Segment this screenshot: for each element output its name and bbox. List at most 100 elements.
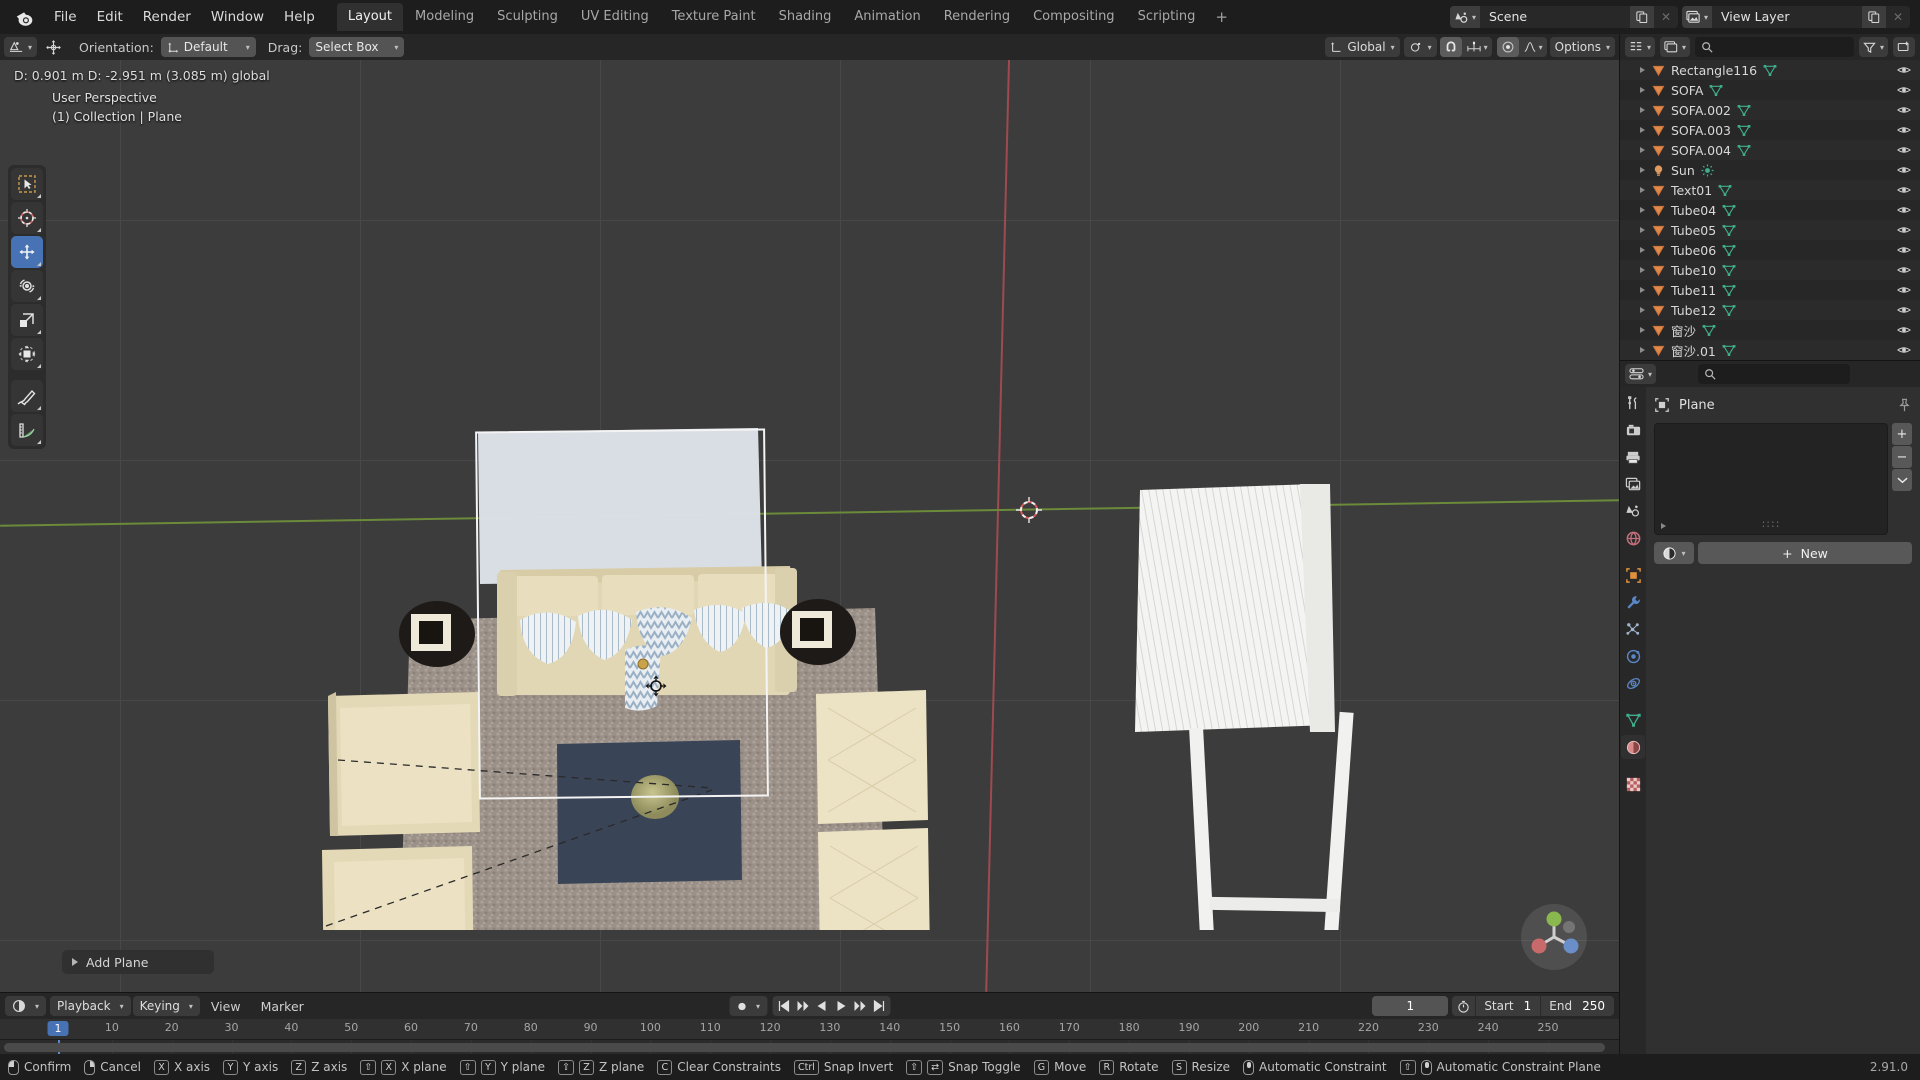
start-value[interactable]: 1 — [1522, 999, 1541, 1013]
slot-grip[interactable]: :::: — [1762, 517, 1781, 530]
eye-icon[interactable] — [1897, 263, 1911, 277]
properties-editor-type-button[interactable]: ▾ — [1625, 364, 1657, 384]
properties-tab-strip[interactable] — [1620, 387, 1646, 1054]
timeline-editor-type-button[interactable]: ▾ — [5, 996, 47, 1016]
eye-icon[interactable] — [1897, 103, 1911, 117]
outliner-filter-button[interactable]: ▾ — [1858, 37, 1888, 57]
falloff-curve-icon[interactable]: ▾ — [1519, 37, 1547, 57]
pivot-point-button[interactable]: ▾ — [1403, 37, 1437, 57]
eye-icon[interactable] — [1897, 143, 1911, 157]
expand-triangle-icon[interactable] — [1640, 327, 1645, 333]
transform-orientation-button[interactable]: Global ▾ — [1325, 37, 1400, 57]
outliner-row[interactable]: 窗沙.01 — [1620, 340, 1920, 360]
eye-icon[interactable] — [1897, 163, 1911, 177]
outliner-search-input[interactable] — [1695, 37, 1854, 57]
menu-render[interactable]: Render — [133, 5, 201, 29]
new-material-button[interactable]: + New — [1698, 542, 1912, 564]
snapping-group[interactable]: ▾ — [1439, 37, 1492, 57]
outliner-row[interactable]: Rectangle116 — [1620, 60, 1920, 80]
outliner-row[interactable]: Text01 — [1620, 180, 1920, 200]
properties-tab-scene[interactable] — [1621, 499, 1645, 523]
eye-icon[interactable] — [1897, 123, 1911, 137]
material-slot-list[interactable]: :::: — [1654, 423, 1888, 535]
workspace-tab-rendering[interactable]: Rendering — [933, 3, 1021, 31]
expand-triangle-icon[interactable] — [1640, 267, 1645, 273]
drag-dropdown[interactable]: Select Box ▾ — [309, 37, 405, 57]
new-scene-button[interactable] — [1630, 6, 1654, 28]
menu-window[interactable]: Window — [201, 5, 274, 29]
properties-tab-modifiers[interactable] — [1621, 590, 1645, 614]
menu-help[interactable]: Help — [274, 5, 325, 29]
current-frame-field[interactable]: 1 — [1372, 996, 1449, 1016]
browse-material-button[interactable]: ▾ — [1654, 542, 1694, 564]
timeline-menu-playback[interactable]: Playback ▾ — [50, 996, 131, 1016]
scale-tool[interactable] — [11, 304, 43, 336]
workspace-tab-animation[interactable]: Animation — [843, 3, 931, 31]
outliner-editor-type-button[interactable]: ▾ — [1625, 37, 1656, 57]
play-button[interactable] — [831, 996, 850, 1016]
eye-icon[interactable] — [1897, 63, 1911, 77]
rotate-tool[interactable] — [11, 270, 43, 302]
proportional-edit-group[interactable]: ▾ — [1496, 37, 1547, 57]
outliner-row[interactable]: Sun — [1620, 160, 1920, 180]
workspace-tab-uv-editing[interactable]: UV Editing — [570, 3, 660, 31]
3d-viewport[interactable]: D: 0.901 m D: -2.951 m (3.085 m) global … — [0, 60, 1619, 992]
eye-icon[interactable] — [1897, 83, 1911, 97]
expand-triangle-icon[interactable] — [1640, 167, 1645, 173]
timeline-scrollbar[interactable] — [4, 1043, 1605, 1052]
add-workspace-button[interactable]: + — [1206, 6, 1237, 28]
outliner-row[interactable]: Tube12 — [1620, 300, 1920, 320]
properties-search-input[interactable] — [1698, 364, 1851, 384]
pin-icon[interactable] — [1897, 398, 1912, 413]
new-view-layer-button[interactable] — [1862, 6, 1886, 28]
eye-icon[interactable] — [1897, 323, 1911, 337]
end-value[interactable]: 250 — [1580, 999, 1614, 1013]
timeline-body[interactable] — [0, 1040, 1619, 1054]
expand-triangle-icon[interactable] — [1640, 307, 1645, 313]
remove-view-layer-button[interactable]: ✕ — [1886, 6, 1910, 28]
measure-tool[interactable] — [11, 414, 43, 446]
properties-tab-object[interactable] — [1621, 563, 1645, 587]
material-slot-menu-button[interactable] — [1892, 469, 1912, 491]
jump-to-end-button[interactable] — [869, 996, 888, 1016]
outliner-row[interactable]: Tube05 — [1620, 220, 1920, 240]
playhead-frame-label[interactable]: 1 — [47, 1021, 69, 1036]
transform-gizmo-icon[interactable] — [40, 37, 67, 57]
viewport-options-button[interactable]: Options ▾ — [1549, 37, 1615, 57]
eye-icon[interactable] — [1897, 243, 1911, 257]
timeline-menu-view[interactable]: View — [202, 996, 250, 1017]
playback-controls[interactable] — [772, 996, 891, 1016]
orientation-dropdown[interactable]: Default ▾ — [160, 37, 256, 57]
expand-triangle-icon[interactable] — [1640, 107, 1645, 113]
jump-to-next-keyframe-button[interactable] — [850, 996, 869, 1016]
timeline-ruler[interactable]: 10 20 30 40 50 60 70 80 90 100 110 120 130 140 150 160 1… — [0, 1019, 1619, 1040]
eye-icon[interactable] — [1897, 223, 1911, 237]
new-collection-button[interactable] — [1893, 37, 1915, 57]
properties-tab-material[interactable] — [1621, 735, 1645, 759]
properties-tab-render[interactable] — [1621, 418, 1645, 442]
expand-triangle-icon[interactable] — [1640, 347, 1645, 353]
eye-icon[interactable] — [1897, 303, 1911, 317]
outliner-row[interactable]: SOFA — [1620, 80, 1920, 100]
timeline-menu-keying[interactable]: Keying ▾ — [132, 996, 200, 1016]
workspace-tab-compositing[interactable]: Compositing — [1022, 3, 1126, 31]
view-layer-name[interactable]: View Layer — [1712, 6, 1862, 28]
jump-to-prev-keyframe-button[interactable] — [793, 996, 812, 1016]
properties-tab-world[interactable] — [1621, 526, 1645, 550]
blender-logo-icon[interactable] — [12, 4, 38, 30]
move-tool[interactable] — [11, 236, 43, 268]
proportional-edit-icon[interactable] — [1496, 37, 1519, 57]
expand-triangle-icon[interactable] — [1640, 207, 1645, 213]
outliner-row[interactable]: Tube11 — [1620, 280, 1920, 300]
timeline-menu-marker[interactable]: Marker — [252, 996, 313, 1017]
outliner-row[interactable]: Tube06 — [1620, 240, 1920, 260]
outliner-row[interactable]: 窗沙 — [1620, 320, 1920, 340]
menu-edit[interactable]: Edit — [87, 5, 133, 29]
frame-range[interactable]: Start 1 End 250 — [1452, 996, 1614, 1016]
outliner-display-mode-button[interactable]: ▾ — [1660, 37, 1691, 57]
outliner-row[interactable]: SOFA.002 — [1620, 100, 1920, 120]
slot-expand-icon[interactable] — [1661, 523, 1666, 529]
properties-tab-physics[interactable] — [1621, 644, 1645, 668]
workspace-tab-texture-paint[interactable]: Texture Paint — [661, 3, 767, 31]
workspace-tab-shading[interactable]: Shading — [768, 3, 843, 31]
